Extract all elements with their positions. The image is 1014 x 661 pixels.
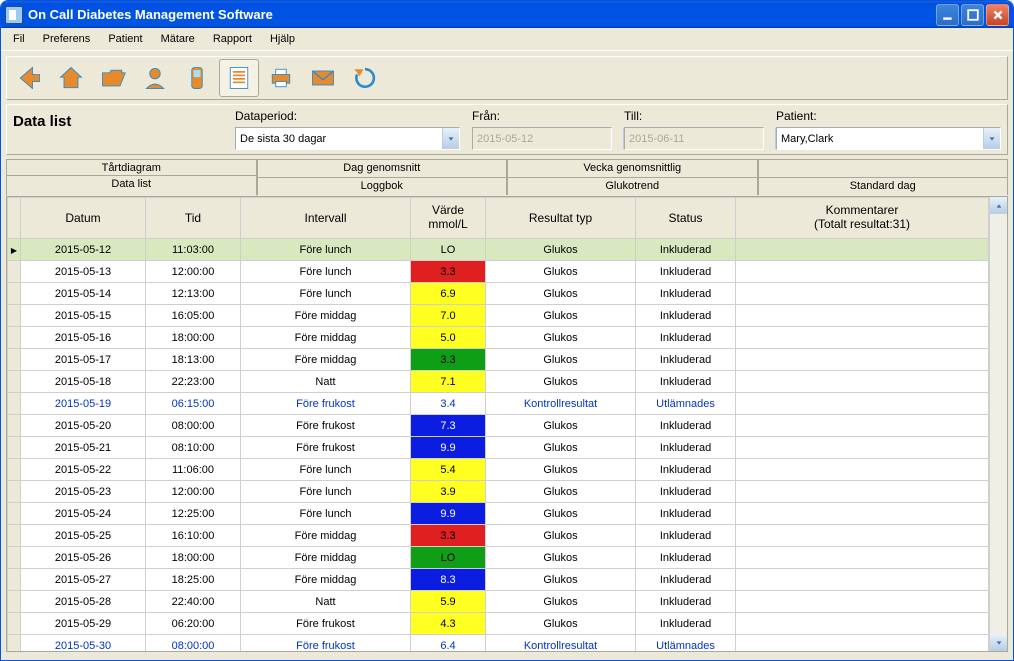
table-row[interactable]: 2015-05-2516:10:00Före middag3.3GlukosIn… [8,525,989,547]
table-row[interactable]: 2015-05-1906:15:00Före frukost3.4Kontrol… [8,393,989,415]
tab-Standard dag[interactable]: Standard dag [758,177,1009,195]
refresh-button[interactable] [345,59,385,97]
patient-label: Patient: [776,109,1001,123]
datalist-button[interactable] [219,59,259,97]
minimize-button[interactable] [936,4,959,26]
table-row[interactable]: 2015-05-3008:00:00Före frukost6.4Kontrol… [8,635,989,652]
to-label: Till: [624,109,764,123]
table-row[interactable]: 2015-05-2412:25:00Före lunch9.9GlukosInk… [8,503,989,525]
tab-Dag genomsnitt[interactable]: Dag genomsnitt [257,159,508,177]
table-row[interactable]: 2015-05-1211:03:00Före lunchLOGlukosInkl… [8,239,989,261]
table-row[interactable]: 2015-05-1822:23:00Natt7.1GlukosInkludera… [8,371,989,393]
table-row[interactable]: 2015-05-2906:20:00Före frukost4.3GlukosI… [8,613,989,635]
scroll-down-button[interactable] [990,634,1007,651]
to-value [625,128,775,149]
scrollbar[interactable] [989,197,1007,651]
scroll-track[interactable] [990,214,1007,634]
menu-rapport[interactable]: Rapport [205,31,260,47]
from-value [473,128,623,149]
page-title: Data list [7,105,229,154]
tab-Glukotrend[interactable]: Glukotrend [507,177,758,195]
from-select [472,127,612,150]
tab-empty[interactable] [758,159,1009,177]
menu-patient[interactable]: Patient [100,31,150,47]
period-value[interactable] [236,128,442,149]
table-row[interactable]: 2015-05-1516:05:00Före middag7.0GlukosIn… [8,305,989,327]
table-row[interactable]: 2015-05-2618:00:00Före middagLOGlukosInk… [8,547,989,569]
chevron-down-icon[interactable] [442,128,459,149]
menubar: FilPreferensPatientMätareRapportHjälp [1,28,1013,51]
menu-preferens[interactable]: Preferens [35,31,99,47]
titlebar[interactable]: On Call Diabetes Management Software [1,1,1013,28]
table-row[interactable]: 2015-05-2211:06:00Före lunch5.4GlukosInk… [8,459,989,481]
back-button[interactable] [9,59,49,97]
toolbar [6,56,1008,100]
data-grid[interactable]: DatumTidIntervallVärdemmol/LResultat typ… [7,197,989,651]
print-button[interactable] [261,59,301,97]
tab-Vecka genomsnittlig[interactable]: Vecka genomsnittlig [507,159,758,177]
menu-fil[interactable]: Fil [5,31,33,47]
table-row[interactable]: 2015-05-1718:13:00Före middag3.3GlukosIn… [8,349,989,371]
close-button[interactable] [986,4,1009,26]
table-row[interactable]: 2015-05-2312:00:00Före lunch3.9GlukosInk… [8,481,989,503]
table-row[interactable]: 2015-05-1618:00:00Före middag5.0GlukosIn… [8,327,989,349]
period-select[interactable] [235,127,460,150]
app-icon [5,6,23,24]
maximize-button[interactable] [961,4,984,26]
meter-button[interactable] [177,59,217,97]
filter-bar: Data list Dataperiod: Från: Till: [6,104,1008,155]
scroll-up-button[interactable] [990,197,1007,214]
table-row[interactable]: 2015-05-1412:13:00Före lunch6.9GlukosInk… [8,283,989,305]
table-row[interactable]: 2015-05-2008:00:00Före frukost7.3GlukosI… [8,415,989,437]
patient-value[interactable] [777,128,983,149]
home-button[interactable] [51,59,91,97]
open-button[interactable] [93,59,133,97]
table-row[interactable]: 2015-05-2822:40:00Natt5.9GlukosInkludera… [8,591,989,613]
window-title: On Call Diabetes Management Software [28,7,936,22]
to-select [624,127,764,150]
app-window: On Call Diabetes Management Software Fil… [0,0,1014,661]
menu-hjälp[interactable]: Hjälp [262,31,303,47]
table-row[interactable]: 2015-05-2108:10:00Före frukost9.9GlukosI… [8,437,989,459]
period-label: Dataperiod: [235,109,460,123]
from-label: Från: [472,109,612,123]
menu-mätare[interactable]: Mätare [153,31,203,47]
tab-Data list[interactable]: Data list [6,175,257,196]
chevron-down-icon[interactable] [983,128,1000,149]
table-row[interactable]: 2015-05-1312:00:00Före lunch3.3GlukosInk… [8,261,989,283]
patient-button[interactable] [135,59,175,97]
tab-Loggbok[interactable]: Loggbok [257,177,508,195]
table-row[interactable]: 2015-05-2718:25:00Före middag8.3GlukosIn… [8,569,989,591]
patient-select[interactable] [776,127,1001,150]
email-button[interactable] [303,59,343,97]
